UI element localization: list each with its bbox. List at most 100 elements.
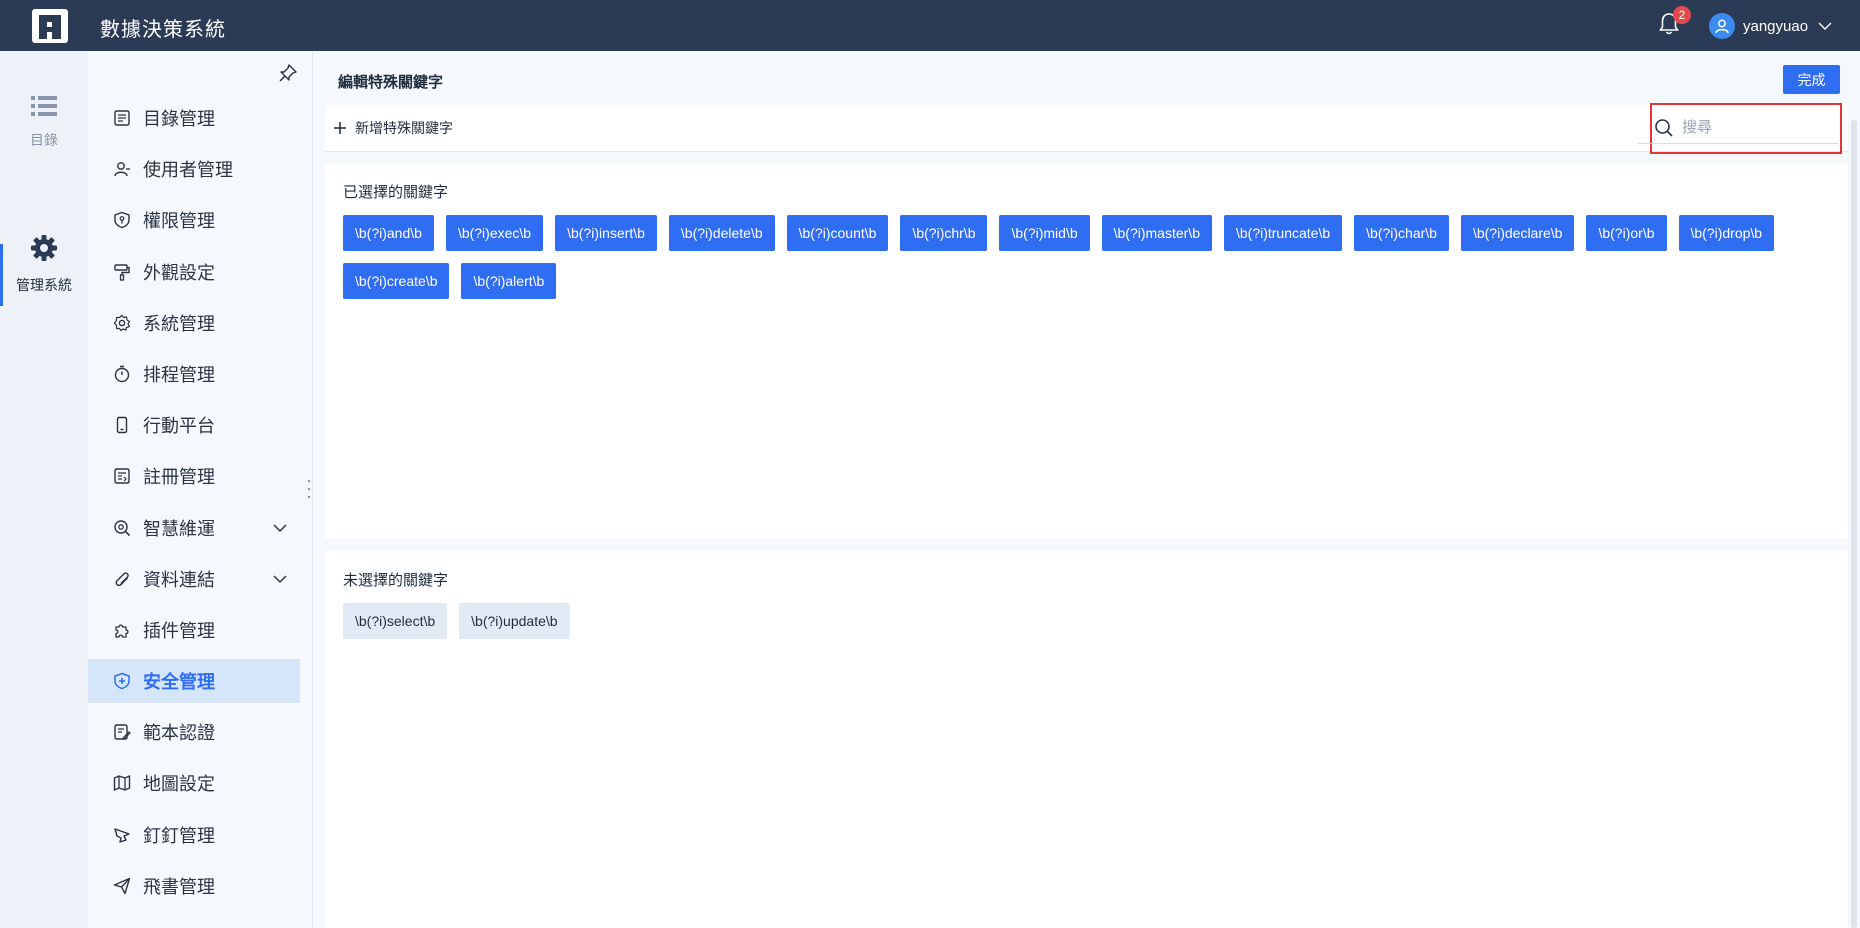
search-icon [1655,118,1673,137]
sidebar-item-3[interactable]: 權限管理 [88,198,300,242]
page-title: 編輯特殊關鍵字 [338,74,444,91]
sidebar-item-label: 目錄管理 [143,109,215,129]
sidebar-item-12[interactable]: 安全管理 [88,659,300,704]
sidebar-item-10[interactable]: 資料連結 [88,557,300,601]
keyword-tag[interactable]: \b(?i)alert\b [461,263,557,299]
sidebar-item-6[interactable]: 排程管理 [88,352,300,396]
done-button[interactable]: 完成 [1783,65,1840,94]
logo-icon [32,9,68,43]
mobile-icon [116,416,128,434]
selected-keywords-title: 已選擇的關鍵字 [343,184,449,201]
sidebar-item-16[interactable]: 飛書管理 [88,864,300,908]
sidebar-item-5[interactable]: 系統管理 [88,301,300,345]
sidebar: 目錄管理使用者管理權限管理外觀設定系統管理排程管理行動平台註冊管理智慧維運資料連… [88,51,313,928]
rail-item-catalog[interactable]: 目錄 [0,95,88,150]
shield-icon [114,672,130,690]
keyword-tag[interactable]: \b(?i)create\b [343,263,450,299]
paint-roller-icon [114,263,130,281]
send-icon [113,877,131,895]
unselected-keywords-panel: 未選擇的關鍵字 \b(?i)select\b \b(?i)update\b [325,551,1848,928]
rail-item-management[interactable]: 管理系統 [0,234,88,295]
sidebar-item-label: 飛書管理 [143,876,215,897]
sidebar-item-2[interactable]: 使用者管理 [88,147,300,191]
chevron-down-icon [1818,22,1832,30]
sidebar-item-label: 註冊管理 [143,467,215,488]
add-keyword-button[interactable]: 新增特殊關鍵字 [333,118,453,138]
sidebar-item-label: 安全管理 [143,672,215,693]
search-field[interactable] [1638,112,1838,144]
keyword-tag[interactable]: \b(?i)insert\b [555,215,657,251]
maintenance-icon [114,519,131,536]
timer-icon [114,365,130,383]
sidebar-item-7[interactable]: 行動平台 [88,403,300,447]
selected-keyword-list: \b(?i)and\b \b(?i)exec\b \b(?i)insert\b \b(… [343,215,1833,311]
keyword-tag[interactable]: \b(?i)char\b [1354,215,1449,251]
keyword-tag[interactable]: \b(?i)count\b [786,215,889,251]
paperclip-icon [115,572,129,586]
template-cert-icon [114,724,131,741]
sidebar-item-label: 智慧維運 [143,518,215,539]
sidebar-item-9[interactable]: 智慧維運 [88,506,300,550]
rail-label: 目錄 [30,132,58,148]
sidebar-item-label: 使用者管理 [143,160,233,181]
sidebar-item-1[interactable]: 目錄管理 [88,96,300,140]
keyword-tag[interactable]: \b(?i)and\b [343,215,434,251]
keyword-tag[interactable]: \b(?i)update\b [459,603,570,639]
app-title: 數據決策系統 [100,19,226,41]
main-content: 編輯特殊關鍵字 完成 新增特殊關鍵字 已選擇的關鍵字 \b(?i)and\b \b… [313,51,1860,928]
pin-icon[interactable] [278,63,298,83]
sidebar-item-label: 插件管理 [143,620,215,641]
selected-keywords-panel: 已選擇的關鍵字 \b(?i)and\b \b(?i)exec\b \b(?i)ins… [325,163,1848,539]
avatar [1709,13,1735,39]
settings-icon [113,314,131,331]
sidebar-item-label: 行動平台 [143,416,215,437]
sidebar-item-15[interactable]: 釘釘管理 [88,813,300,857]
keyword-tag[interactable]: \b(?i)chr\b [900,215,988,251]
register-icon [114,468,130,485]
sidebar-menu: 目錄管理使用者管理權限管理外觀設定系統管理排程管理行動平台註冊管理智慧維運資料連… [88,96,300,915]
plus-icon [334,122,346,134]
keyword-tag[interactable]: \b(?i)or\b [1586,215,1667,251]
sidebar-item-label: 地圖設定 [143,774,215,795]
sidebar-item-4[interactable]: 外觀設定 [88,250,300,294]
keyword-tag[interactable]: \b(?i)truncate\b [1223,215,1343,251]
sidebar-item-label: 系統管理 [143,313,215,334]
user-icon [114,162,130,177]
rail-label: 管理系統 [16,277,72,293]
catalog-icon [114,110,130,126]
username: yangyuao [1743,17,1809,35]
chevron-down-icon[interactable] [272,520,288,536]
user-menu[interactable]: yangyuao [1709,12,1832,40]
dingtalk-icon [114,827,130,843]
sidebar-item-label: 外觀設定 [143,262,215,283]
keyword-tag[interactable]: \b(?i)select\b [343,603,448,639]
scrollbar[interactable] [1851,120,1857,928]
keyword-tag[interactable]: \b(?i)master\b [1101,215,1212,251]
unselected-keywords-title: 未選擇的關鍵字 [343,572,449,589]
toolbar: 新增特殊關鍵字 [325,105,1848,152]
chevron-down-icon[interactable] [272,571,288,587]
sidebar-item-label: 排程管理 [143,364,215,385]
keyword-tag[interactable]: \b(?i)drop\b [1678,215,1775,251]
user-avatar-icon [1715,19,1729,34]
sidebar-item-11[interactable]: 插件管理 [88,608,300,652]
sidebar-item-label: 資料連結 [143,569,215,590]
map-icon [113,775,131,792]
keyword-tag[interactable]: \b(?i)exec\b [445,215,544,251]
sidebar-item-14[interactable]: 地圖設定 [88,761,300,805]
notification-badge: 2 [1673,6,1691,24]
unselected-keyword-list: \b(?i)select\b \b(?i)update\b [343,603,1833,651]
sidebar-item-label: 權限管理 [143,211,215,232]
sidebar-item-13[interactable]: 範本認證 [88,710,300,754]
list-icon [31,96,57,116]
permission-icon [114,212,130,229]
keyword-tag[interactable]: \b(?i)declare\b [1460,215,1575,251]
sidebar-item-8[interactable]: 註冊管理 [88,454,300,498]
gear-icon [31,235,57,261]
keyword-tag[interactable]: \b(?i)mid\b [999,215,1090,251]
keyword-tag[interactable]: \b(?i)delete\b [668,215,775,251]
sidebar-item-label: 釘釘管理 [143,825,215,846]
top-bar: 數據決策系統 2 yangyuao [0,0,1860,51]
search-input[interactable] [1682,119,1832,136]
left-rail: 目錄 管理系統 [0,51,88,928]
